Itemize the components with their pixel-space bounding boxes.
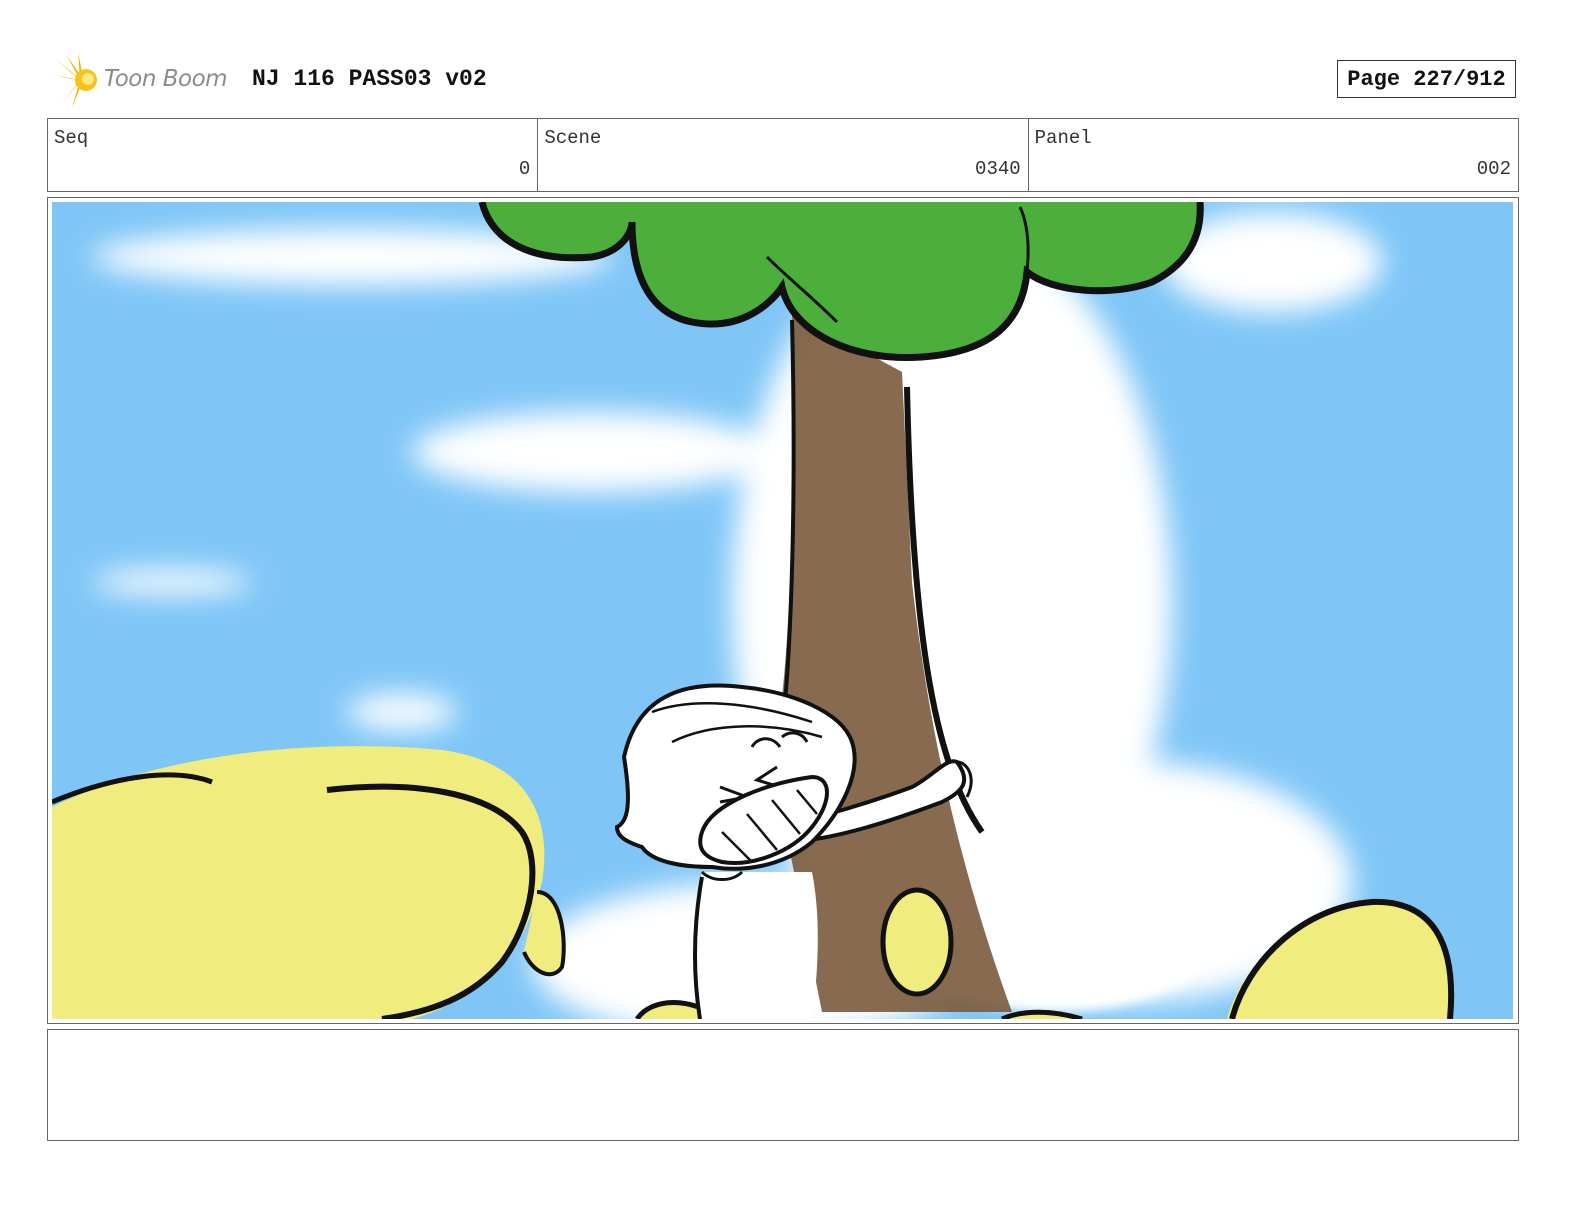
scene-value: 0340	[975, 158, 1021, 180]
logo-text: Toon Boom	[104, 66, 228, 92]
seq-label: Seq	[54, 127, 89, 149]
storyboard-panel	[47, 197, 1519, 1024]
storyboard-drawing	[52, 202, 1513, 1019]
character-body	[694, 872, 818, 1019]
seq-cell: Seq 0	[48, 119, 539, 191]
panel-cell: Panel 002	[1029, 119, 1518, 191]
bush-left	[52, 746, 545, 1019]
page-indicator: Page 227/912	[1337, 60, 1516, 98]
scene-label: Scene	[544, 127, 602, 149]
sunburst-icon	[50, 52, 97, 108]
panel-info-row: Seq 0 Scene 0340 Panel 002	[47, 118, 1519, 192]
panel-label: Panel	[1034, 127, 1092, 149]
seq-value: 0	[518, 158, 531, 180]
bush-mid	[880, 887, 954, 997]
project-title: NJ 116 PASS03 v02	[252, 66, 487, 92]
panel-value: 002	[1476, 158, 1511, 180]
toon-boom-logo: Toon Boom	[50, 52, 240, 108]
panel-notes	[47, 1029, 1519, 1141]
scene-cell: Scene 0340	[538, 119, 1029, 191]
